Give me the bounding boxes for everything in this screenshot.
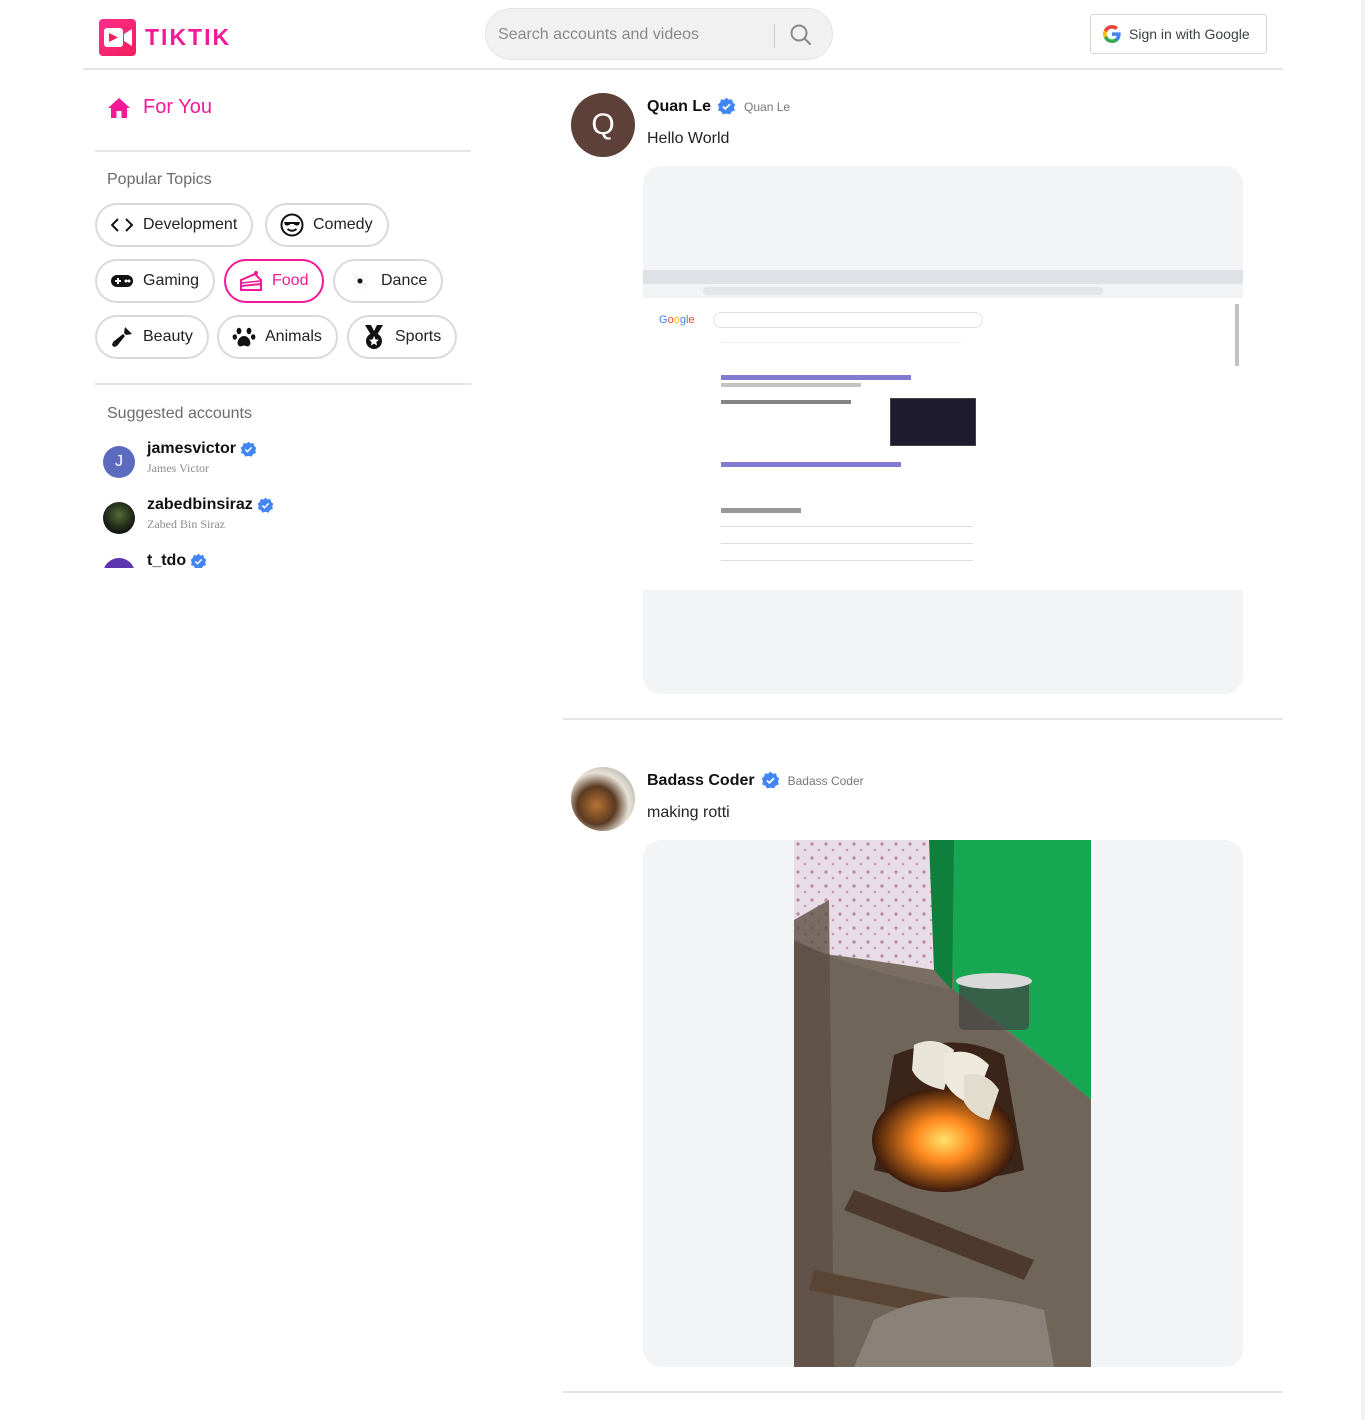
topic-label: Animals bbox=[265, 328, 322, 345]
paw-icon bbox=[232, 325, 256, 349]
video-camera-icon bbox=[99, 19, 136, 56]
avatar bbox=[103, 558, 135, 568]
popular-topics-title: Popular Topics bbox=[107, 171, 212, 188]
topic-label: Gaming bbox=[143, 272, 200, 289]
gamepad-icon bbox=[110, 269, 134, 293]
topic-label: Sports bbox=[395, 328, 442, 345]
post-username: Quan Le bbox=[647, 97, 712, 115]
topic-food[interactable]: Food bbox=[224, 259, 325, 303]
tiktik-page: TIKTIK Sign in with Google For You Pop bbox=[0, 0, 1365, 1420]
lipstick-icon bbox=[110, 325, 134, 349]
suggested-account[interactable]: t_tdo bbox=[103, 552, 207, 568]
topic-development[interactable]: Development bbox=[95, 203, 254, 247]
logo-text: TIKTIK bbox=[145, 24, 232, 50]
verified-icon bbox=[257, 497, 274, 513]
video-post: Q Quan Le Quan Le Hello World Google bbox=[563, 93, 1283, 720]
topic-label: Comedy bbox=[313, 216, 373, 233]
verified-icon bbox=[240, 441, 257, 457]
logo[interactable]: TIKTIK bbox=[99, 19, 231, 56]
for-you-link[interactable]: For You bbox=[107, 96, 212, 119]
topic-label: Dance bbox=[381, 272, 428, 289]
disco-icon bbox=[348, 269, 372, 293]
topic-label: Development bbox=[143, 216, 238, 233]
search-input[interactable] bbox=[498, 21, 758, 49]
topic-dance[interactable]: Dance bbox=[333, 259, 444, 303]
topic-beauty[interactable]: Beauty bbox=[95, 315, 209, 359]
avatar: J bbox=[103, 446, 135, 478]
account-name: James Victor bbox=[147, 461, 210, 475]
sidebar-divider bbox=[95, 150, 471, 152]
topic-gaming[interactable]: Gaming bbox=[95, 259, 216, 303]
post-divider bbox=[563, 1391, 1283, 1393]
topic-animals[interactable]: Animals bbox=[217, 315, 338, 359]
suggested-accounts-title: Suggested accounts bbox=[107, 405, 252, 422]
account-name: Zabed Bin Siraz bbox=[147, 517, 225, 531]
video-post: Badass Coder Badass Coder making rotti bbox=[563, 767, 1283, 1395]
signin-label: Sign in with Google bbox=[1129, 26, 1250, 42]
verified-icon bbox=[761, 771, 779, 789]
suggested-account[interactable]: J jamesvictor James Victor bbox=[103, 440, 257, 478]
medal-icon bbox=[362, 325, 386, 349]
post-caption: Hello World bbox=[647, 130, 730, 147]
video-player[interactable]: Google bbox=[643, 166, 1243, 694]
post-name: Badass Coder bbox=[787, 773, 864, 788]
avatar bbox=[103, 502, 135, 534]
google-signin-button[interactable]: Sign in with Google bbox=[1090, 14, 1267, 54]
for-you-label: For You bbox=[143, 96, 212, 118]
search-bar bbox=[485, 8, 833, 60]
post-caption: making rotti bbox=[647, 804, 730, 821]
vertical-scrollbar[interactable] bbox=[1361, 0, 1365, 1420]
video-thumbnail bbox=[794, 840, 1091, 1367]
google-g-icon bbox=[1103, 25, 1121, 43]
video-player[interactable] bbox=[643, 840, 1243, 1367]
search-icon[interactable] bbox=[787, 21, 815, 49]
sunglasses-smiley-icon bbox=[280, 213, 304, 237]
cake-icon bbox=[239, 269, 263, 293]
post-username: Badass Coder bbox=[647, 771, 755, 789]
avatar[interactable]: Q bbox=[571, 93, 635, 157]
account-username: jamesvictor bbox=[147, 440, 236, 457]
video-thumbnail: Google bbox=[643, 270, 1243, 590]
code-icon bbox=[110, 213, 134, 237]
account-username: t_tdo bbox=[147, 552, 187, 568]
suggested-account[interactable]: zabedbinsiraz Zabed Bin Siraz bbox=[103, 496, 274, 534]
topic-label: Food bbox=[272, 272, 309, 289]
post-divider bbox=[563, 718, 1283, 720]
navbar: TIKTIK Sign in with Google bbox=[83, 0, 1283, 70]
topic-label: Beauty bbox=[143, 328, 193, 345]
search-divider bbox=[774, 24, 775, 48]
verified-icon bbox=[717, 97, 736, 115]
topic-sports[interactable]: Sports bbox=[347, 315, 458, 359]
post-author[interactable]: Badass Coder Badass Coder bbox=[647, 771, 864, 790]
suggested-accounts-list: J jamesvictor James Victor zabedbinsiraz… bbox=[95, 440, 471, 568]
avatar[interactable] bbox=[571, 767, 635, 831]
topic-comedy[interactable]: Comedy bbox=[265, 203, 389, 247]
post-name: Quan Le bbox=[744, 99, 791, 114]
home-icon bbox=[108, 97, 130, 118]
verified-icon bbox=[190, 553, 207, 568]
post-author[interactable]: Quan Le Quan Le bbox=[647, 97, 790, 116]
account-username: zabedbinsiraz bbox=[147, 496, 253, 513]
sidebar-divider bbox=[95, 383, 471, 385]
